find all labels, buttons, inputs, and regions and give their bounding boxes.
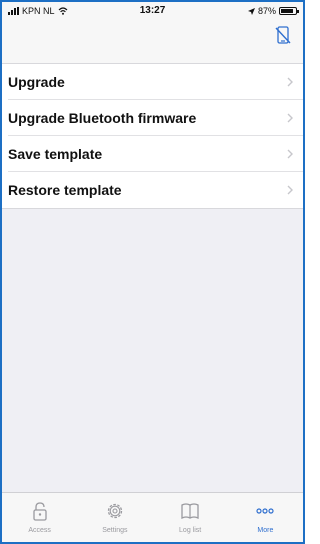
menu-item-label: Restore template: [8, 182, 122, 198]
tab-more[interactable]: More: [228, 493, 303, 542]
tab-log-list[interactable]: Log list: [153, 493, 228, 542]
status-right: 87%: [247, 6, 299, 16]
chevron-right-icon: [287, 113, 293, 123]
tab-access[interactable]: Access: [2, 493, 77, 542]
tab-bar: Access Settings Log list More: [2, 492, 303, 542]
app-screen: KPN NL 13:27 87% Upgrade Upgrade Bluetoo…: [0, 0, 305, 544]
book-icon: [181, 503, 199, 520]
chevron-right-icon: [287, 185, 293, 195]
menu-item-label: Upgrade Bluetooth firmware: [8, 110, 197, 126]
tab-label: Settings: [102, 527, 128, 534]
more-icon: [256, 508, 274, 514]
menu-item-label: Upgrade: [8, 74, 65, 90]
menu-item-label: Save template: [8, 146, 103, 162]
gear-icon: [107, 503, 123, 519]
menu-item-restore-template[interactable]: Restore template: [2, 172, 303, 208]
navigation-bar: [2, 20, 303, 64]
battery-percent: 87%: [257, 6, 276, 16]
tab-label: Access: [28, 527, 51, 534]
tab-label: More: [257, 527, 274, 534]
more-menu-list: Upgrade Upgrade Bluetooth firmware Save …: [2, 64, 303, 209]
menu-item-save-template[interactable]: Save template: [2, 136, 303, 172]
battery-fill: [281, 9, 294, 13]
lock-icon: [32, 502, 47, 521]
battery-icon: [279, 7, 299, 15]
status-bar: KPN NL 13:27 87%: [2, 2, 303, 20]
no-phone-icon[interactable]: [275, 26, 291, 44]
location-arrow-icon: [247, 7, 255, 15]
chevron-right-icon: [287, 149, 293, 159]
menu-item-upgrade-bluetooth-firmware[interactable]: Upgrade Bluetooth firmware: [2, 100, 303, 136]
tab-label: Log list: [179, 527, 202, 534]
chevron-right-icon: [287, 77, 293, 87]
tab-settings[interactable]: Settings: [77, 493, 152, 542]
menu-item-upgrade[interactable]: Upgrade: [2, 64, 303, 100]
